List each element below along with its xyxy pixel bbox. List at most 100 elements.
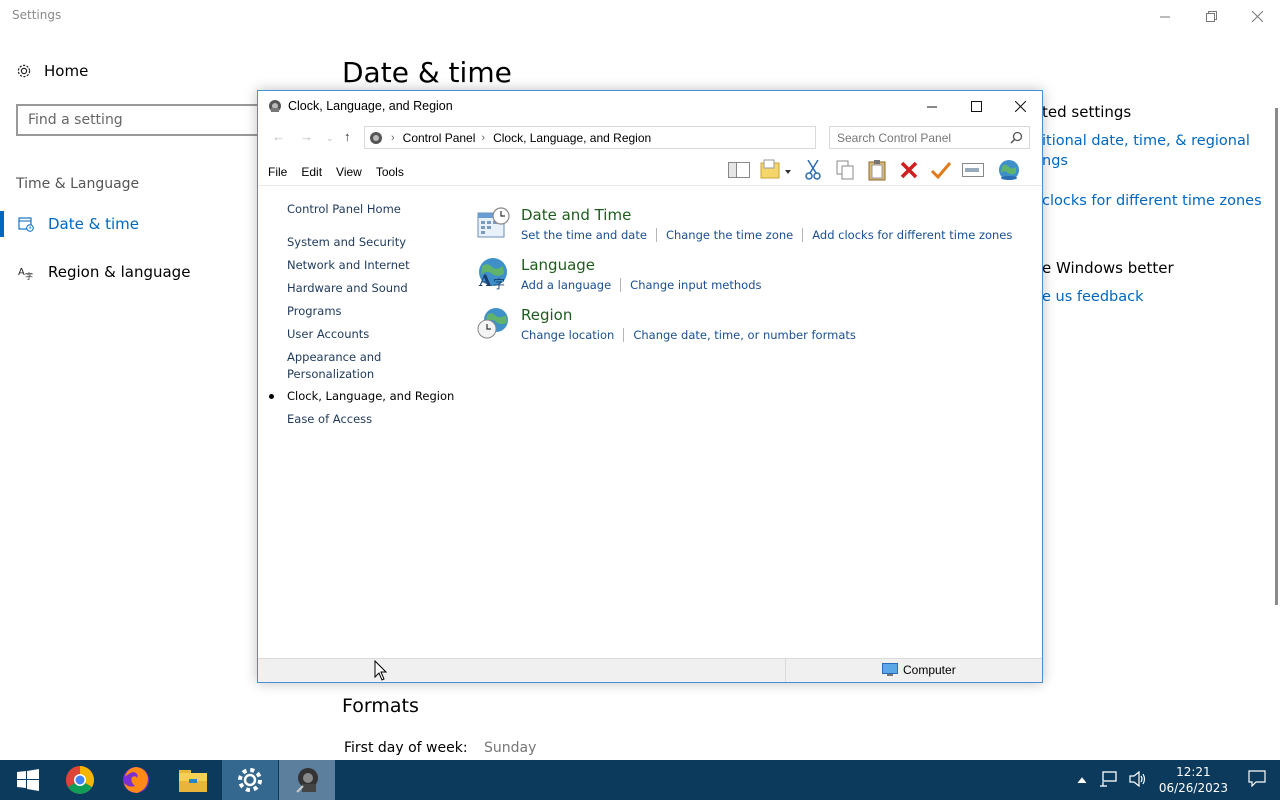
scrollbar[interactable]	[1275, 108, 1278, 605]
start-button[interactable]	[0, 760, 56, 800]
notifications-button[interactable]	[1248, 770, 1266, 790]
nav-item-region-language[interactable]: A字 Region & language	[0, 257, 190, 287]
notification-icon	[1248, 770, 1266, 788]
recent-dropdown-icon[interactable]: ⌄	[326, 133, 334, 144]
link-set-time-date[interactable]: Set the time and date	[521, 228, 647, 242]
sidebar-item-user-accounts[interactable]: User Accounts	[287, 326, 369, 343]
related-link-clocks[interactable]: clocks for different time zones	[1042, 191, 1262, 211]
breadcrumb-current[interactable]: Clock, Language, and Region	[493, 131, 651, 145]
link-change-location[interactable]: Change location	[521, 328, 614, 342]
taskbar-clock[interactable]: 12:21 06/26/2023	[1159, 764, 1228, 796]
control-panel-taskbar-button[interactable]	[279, 760, 335, 800]
sidebar-item-clock-language-region[interactable]: Clock, Language, and Region	[269, 388, 454, 405]
firefox-taskbar-button[interactable]	[108, 760, 164, 800]
minimize-icon	[926, 106, 937, 107]
restore-icon	[1205, 10, 1217, 22]
volume-button[interactable]	[1129, 770, 1147, 790]
close-icon	[1014, 100, 1026, 112]
control-panel-icon	[268, 99, 282, 113]
breadcrumb-control-panel[interactable]: Control Panel	[403, 131, 476, 145]
cp-close-button[interactable]	[998, 91, 1042, 121]
menu-tools[interactable]: Tools	[376, 165, 404, 179]
toolbar-divider	[258, 185, 1042, 186]
sidebar-item-control-panel-home[interactable]: Control Panel Home	[287, 201, 401, 218]
category-title-region[interactable]: Region	[521, 306, 572, 324]
checkmark-icon	[930, 162, 952, 179]
svg-text:字: 字	[493, 276, 505, 290]
preview-pane-button[interactable]	[726, 157, 752, 183]
current-item-bullet	[269, 394, 274, 399]
nav-item-date-time[interactable]: Date & time	[0, 209, 139, 239]
sidebar-item-ease-of-access[interactable]: Ease of Access	[287, 411, 372, 428]
settings-window-title: Settings	[12, 8, 62, 22]
status-computer: Computer	[882, 663, 956, 677]
cp-window-title: Clock, Language, and Region	[288, 99, 453, 113]
link-change-formats[interactable]: Change date, time, or number formats	[623, 328, 856, 342]
sidebar-item-programs[interactable]: Programs	[287, 303, 342, 320]
preview-pane-icon	[728, 162, 750, 178]
network-button[interactable]	[1099, 770, 1117, 790]
menu-edit[interactable]: Edit	[301, 165, 322, 179]
file-explorer-taskbar-button[interactable]	[165, 760, 221, 800]
sidebar-item-network-internet[interactable]: Network and Internet	[287, 257, 410, 274]
category-links: Set the time and date Change the time zo…	[521, 228, 1012, 242]
clock-date: 06/26/2023	[1158, 781, 1228, 795]
file-explorer-icon	[179, 770, 207, 792]
cp-titlebar[interactable]: Clock, Language, and Region	[258, 91, 1042, 121]
sidebar-item-appearance[interactable]: Appearance and	[287, 349, 381, 366]
show-hidden-icons-button[interactable]	[1077, 773, 1087, 787]
globe-button[interactable]	[996, 157, 1022, 183]
minimize-button[interactable]	[1142, 0, 1188, 32]
settings-taskbar-button[interactable]	[222, 760, 278, 800]
paste-button[interactable]	[864, 157, 890, 183]
clipboard-icon	[868, 160, 886, 181]
link-change-input-methods[interactable]: Change input methods	[620, 278, 762, 292]
sidebar-item-system-security[interactable]: System and Security	[287, 234, 406, 251]
cut-button[interactable]	[800, 157, 826, 183]
related-link-regional-cont[interactable]: ngs	[1042, 151, 1068, 171]
folder-properties-icon	[760, 159, 791, 179]
cp-maximize-button[interactable]	[954, 91, 998, 121]
language-globe-icon: A字	[476, 256, 510, 291]
related-link-regional[interactable]: itional date, time, & regional	[1042, 131, 1250, 151]
gear-icon	[17, 64, 31, 78]
category-title-language[interactable]: Language	[521, 256, 595, 274]
restore-button[interactable]	[1188, 0, 1234, 32]
search-placeholder: Search Control Panel	[837, 130, 952, 145]
nav-item-label: Region & language	[48, 263, 191, 281]
address-bar[interactable]: › Control Panel › Clock, Language, and R…	[364, 126, 816, 149]
delete-button[interactable]	[896, 157, 922, 183]
chrome-taskbar-button[interactable]	[52, 760, 108, 800]
category-links: Add a language Change input methods	[521, 278, 762, 292]
link-add-language[interactable]: Add a language	[521, 278, 611, 292]
cp-window-controls	[910, 91, 1042, 121]
find-setting-input[interactable]: Find a setting	[16, 104, 276, 136]
copy-button[interactable]	[832, 157, 858, 183]
forward-arrow-icon[interactable]: →	[300, 129, 313, 144]
up-arrow-icon[interactable]: ↑	[344, 129, 351, 144]
category-links: Change location Change date, time, or nu…	[521, 328, 856, 342]
properties-button[interactable]	[928, 157, 954, 183]
menu-file[interactable]: File	[268, 165, 287, 179]
search-control-panel-input[interactable]: Search Control Panel	[829, 126, 1030, 149]
rename-button[interactable]	[960, 157, 986, 183]
menu-view[interactable]: View	[336, 165, 362, 179]
category-title-date-time[interactable]: Date and Time	[521, 206, 631, 224]
first-day-of-week-value: Sunday	[484, 740, 537, 756]
home-nav-item[interactable]: Home	[16, 62, 88, 80]
organize-button[interactable]	[758, 157, 794, 183]
scissors-icon	[805, 160, 821, 180]
link-add-clocks[interactable]: Add clocks for different time zones	[802, 228, 1012, 242]
link-change-time-zone[interactable]: Change the time zone	[655, 228, 793, 242]
network-icon	[1099, 770, 1117, 787]
volume-icon	[1129, 770, 1145, 787]
cp-minimize-button[interactable]	[910, 91, 954, 121]
status-text: Computer	[903, 663, 956, 677]
sidebar-item-personalization[interactable]: Personalization	[287, 366, 374, 383]
back-arrow-icon[interactable]: ←	[272, 129, 285, 144]
taskbar: 12:21 06/26/2023	[0, 760, 1280, 800]
feedback-link[interactable]: e us feedback	[1042, 287, 1144, 307]
sidebar-item-hardware-sound[interactable]: Hardware and Sound	[287, 280, 408, 297]
maximize-icon	[970, 100, 982, 112]
close-button[interactable]	[1234, 0, 1280, 32]
